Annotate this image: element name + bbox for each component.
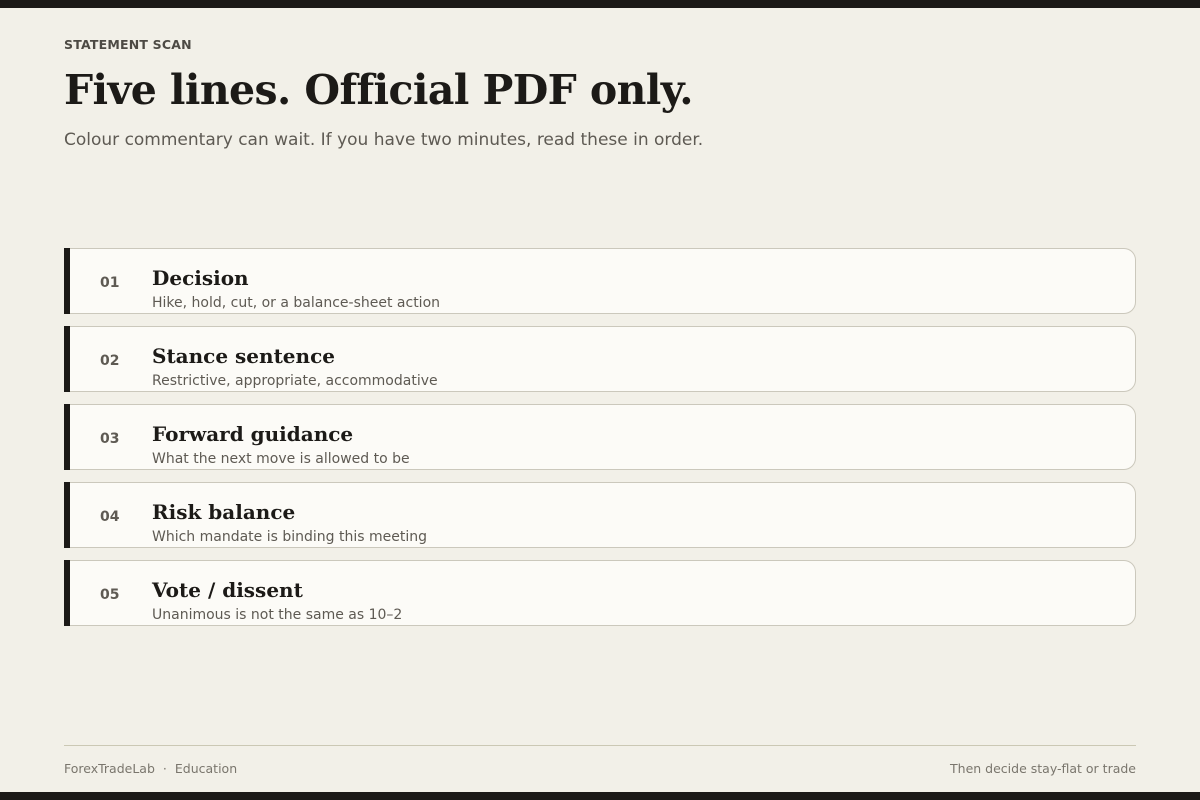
item-description: Hike, hold, cut, or a balance-sheet acti… [152,295,441,311]
item-description: Restrictive, appropriate, accommodative [152,373,438,389]
item-title: Stance sentence [152,344,335,368]
checklist-item-stance-sentence: 02 Stance sentence Restrictive, appropri… [64,326,1136,392]
item-title: Forward guidance [152,422,354,446]
item-number: 03 [100,431,120,447]
eyebrow-label: STATEMENT SCAN [64,37,192,52]
footer-separator: · [162,761,167,776]
item-number: 04 [100,509,120,525]
page-subtitle: Colour commentary can wait. If you have … [64,130,704,150]
item-number: 05 [100,587,120,603]
checklist-item-risk-balance: 04 Risk balance Which mandate is binding… [64,482,1136,548]
item-description: Which mandate is binding this meeting [152,529,428,545]
footer-brand-line: ForexTradeLab · Education [64,761,237,776]
item-number: 01 [100,275,120,291]
footer-section: Education [174,761,238,776]
footer-note: Then decide stay-flat or trade [950,761,1136,776]
top-edge-bar [0,0,1200,8]
item-description: What the next move is allowed to be [152,451,410,467]
bottom-edge-bar [0,792,1200,800]
item-title: Decision [152,266,249,290]
item-number: 02 [100,353,120,369]
item-title: Risk balance [152,500,296,524]
checklist-item-decision: 01 Decision Hike, hold, cut, or a balanc… [64,248,1136,314]
footer-brand: ForexTradeLab [64,761,155,776]
page-title: Five lines. Official PDF only. [64,66,694,114]
checklist-item-vote-dissent: 05 Vote / dissent Unanimous is not the s… [64,560,1136,626]
footer-divider [64,745,1136,746]
checklist: 01 Decision Hike, hold, cut, or a balanc… [64,248,1136,638]
checklist-item-forward-guidance: 03 Forward guidance What the next move i… [64,404,1136,470]
item-title: Vote / dissent [152,578,303,602]
item-description: Unanimous is not the same as 10–2 [152,607,403,623]
